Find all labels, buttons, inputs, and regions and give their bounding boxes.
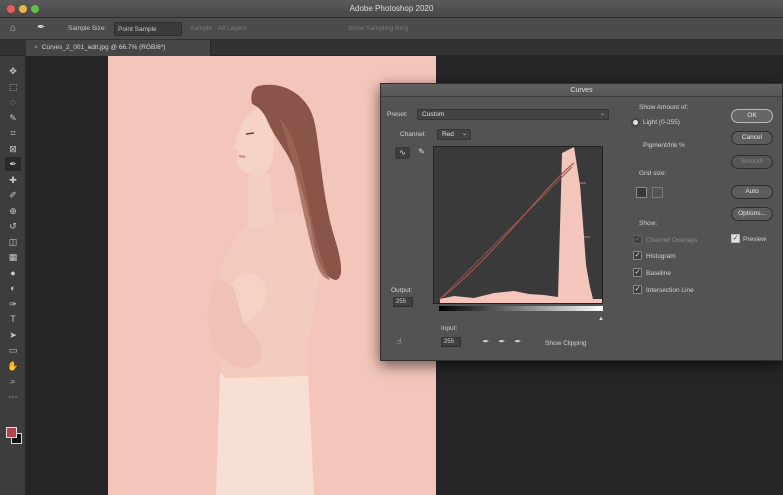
eyedropper-icon[interactable]: ✒: [37, 22, 51, 35]
white-point-eyedropper-icon[interactable]: ✒: [513, 337, 523, 349]
sample-size-label: Sample Size:: [68, 25, 107, 32]
grid-size-label: Grid size:: [639, 170, 667, 177]
draw-curve-pencil-icon[interactable]: ✎: [414, 147, 429, 159]
show-clipping-label: Show Clipping: [545, 340, 587, 347]
channel-value: Red: [442, 131, 454, 138]
channel-overlays-checkbox[interactable]: ✓: [633, 235, 642, 244]
dodge-icon[interactable]: ◐: [5, 281, 21, 295]
blur-icon[interactable]: ●: [5, 266, 21, 280]
brush-icon[interactable]: ✐: [5, 188, 21, 202]
eraser-icon[interactable]: ◫: [5, 235, 21, 249]
history-brush-icon[interactable]: ↺: [5, 219, 21, 233]
intersection-line-label: Intersection Line: [646, 287, 694, 294]
document-tab-bar: × Curves_2_001_edit.jpg @ 66.7% (RGB/8*): [0, 40, 783, 56]
ok-button[interactable]: OK: [731, 109, 773, 123]
gradient-icon[interactable]: ▦: [5, 250, 21, 264]
crop-icon[interactable]: ⌗: [5, 126, 21, 140]
curves-dialog: Curves Preset: Custom ⌄ Channel: Red ⌄ ∿…: [380, 83, 783, 361]
document-tab[interactable]: × Curves_2_001_edit.jpg @ 66.7% (RGB/8*): [26, 40, 211, 56]
healing-icon[interactable]: ✚: [5, 173, 21, 187]
target-adjust-icon[interactable]: ☝: [397, 337, 402, 346]
black-point-eyedropper-icon[interactable]: ✒: [481, 337, 491, 349]
lasso-icon[interactable]: ◌: [5, 95, 21, 109]
input-field[interactable]: 255: [441, 337, 461, 347]
simple-grid-icon[interactable]: [636, 187, 647, 198]
light-label: Light (0-255): [643, 119, 680, 126]
rectangle-icon[interactable]: ▭: [5, 343, 21, 357]
preset-label: Preset:: [387, 111, 408, 118]
show-amount-label: Show Amount of:: [639, 104, 689, 111]
sample-size-value: Point Sample: [118, 26, 157, 33]
more-icon[interactable]: ⋯: [5, 390, 21, 404]
intersection-line-checkbox[interactable]: ✓: [633, 285, 642, 294]
chevron-down-icon: ⌄: [461, 131, 467, 137]
input-label: Input:: [441, 325, 458, 332]
home-icon[interactable]: ⌂: [10, 23, 22, 34]
eyedropper-icon[interactable]: ✒: [5, 157, 21, 171]
clone-stamp-icon[interactable]: ⊕: [5, 204, 21, 218]
curves-dialog-title: Curves: [381, 84, 782, 97]
channel-label: Channel:: [400, 131, 427, 138]
show-clipping-checkbox[interactable]: [531, 338, 540, 347]
curve-graph-plot: [434, 147, 602, 303]
marquee-icon[interactable]: ⬚: [5, 80, 21, 94]
gray-point-eyedropper-icon[interactable]: ✒: [497, 337, 507, 349]
detailed-grid-icon[interactable]: [652, 187, 663, 198]
zoom-icon[interactable]: ⌕: [5, 374, 21, 388]
histogram-label: Histogram: [646, 253, 676, 260]
preset-select[interactable]: Custom ⌄: [417, 109, 609, 120]
frame-icon[interactable]: ⊠: [5, 142, 21, 156]
curve-graph[interactable]: [433, 146, 603, 304]
show-label: Show:: [639, 220, 658, 227]
baseline-label: Baseline: [646, 270, 671, 277]
histogram-checkbox[interactable]: ✓: [633, 251, 642, 260]
chevron-down-icon: ⌄: [599, 111, 605, 117]
options-button[interactable]: Options...: [731, 207, 773, 221]
preview-label: Preview: [743, 236, 767, 243]
pen-icon[interactable]: ✑: [5, 297, 21, 311]
type-icon[interactable]: T: [5, 312, 21, 326]
sample-label: Sample: [190, 25, 213, 32]
tools-panel: ✥ ⬚ ◌ ✎ ⌗ ⊠ ✒ ✚ ✐ ⊕ ↺ ◫ ▦ ● ◐ ✑ T ➤ ▭ ✋ ⌕ ⋯: [0, 56, 26, 495]
preset-value: Custom: [422, 111, 445, 118]
sample-value[interactable]: All Layers: [218, 23, 247, 35]
smooth-button[interactable]: Smooth: [731, 155, 773, 169]
channel-overlays-label: Channel Overlays: [646, 237, 698, 244]
title-bar: Adobe Photoshop 2020: [0, 0, 783, 18]
quick-select-icon[interactable]: ✎: [5, 111, 21, 125]
close-tab-icon[interactable]: ×: [34, 44, 38, 51]
light-radio[interactable]: [631, 118, 640, 127]
auto-button[interactable]: Auto: [731, 185, 773, 199]
input-value: 255: [444, 339, 455, 345]
app-title: Adobe Photoshop 2020: [349, 4, 434, 13]
edit-points-curve-icon[interactable]: ∿: [395, 147, 410, 159]
channel-select[interactable]: Red ⌄: [437, 129, 471, 140]
input-gradient-bar: [439, 306, 603, 311]
output-value: 255: [396, 299, 407, 305]
pigment-label[interactable]: Pigment/Ink %: [643, 142, 685, 149]
preview-checkbox[interactable]: ✓: [731, 234, 740, 243]
output-label: Output:: [391, 287, 413, 294]
document-tab-title: Curves_2_001_edit.jpg @ 66.7% (RGB/8*): [41, 44, 166, 51]
baseline-checkbox[interactable]: ✓: [633, 268, 642, 277]
foreground-color-swatch[interactable]: [6, 427, 17, 438]
output-field[interactable]: 255: [393, 297, 413, 307]
move-icon[interactable]: ✥: [5, 64, 21, 78]
path-select-icon[interactable]: ➤: [5, 328, 21, 342]
show-sampling-ring-checkbox[interactable]: Show Sampling Ring: [348, 23, 408, 35]
white-point-slider-icon[interactable]: ▲: [598, 316, 604, 322]
hand-icon[interactable]: ✋: [5, 359, 21, 373]
cancel-button[interactable]: Cancel: [731, 131, 773, 145]
sample-size-select[interactable]: Point Sample: [114, 22, 182, 36]
options-bar: ⌂ ✒ Sample Size: Point Sample Sample All…: [0, 18, 783, 40]
